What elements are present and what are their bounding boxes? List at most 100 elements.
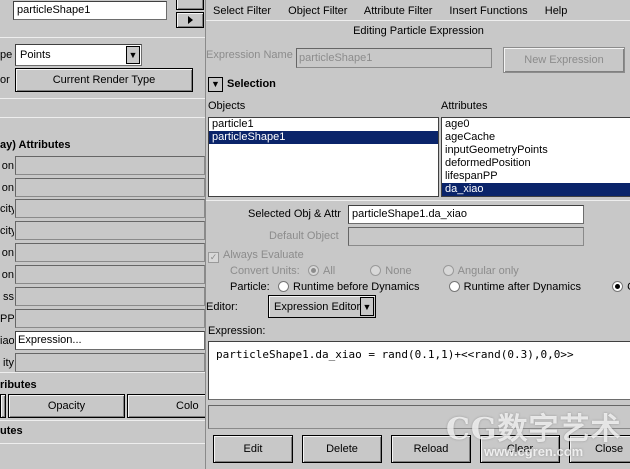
opacity-button[interactable]: Opacity (8, 394, 125, 418)
divider (206, 20, 630, 21)
selected-obj-attr-field[interactable]: particleShape1.da_xiao (348, 205, 584, 224)
attribute-field[interactable] (15, 178, 205, 197)
triangle-down-icon: ▼ (208, 77, 223, 92)
default-object-field[interactable] (348, 227, 584, 246)
convert-units-all[interactable]: All (308, 265, 335, 277)
particle-runtime-group: Runtime before Dynamics Runtime after Dy… (278, 281, 630, 293)
expression-name-field[interactable]: particleShape1 (296, 48, 492, 68)
divider (206, 200, 630, 201)
attribute-field[interactable] (15, 287, 205, 306)
attribute-label: on (1, 182, 14, 194)
attribute-field[interactable] (15, 243, 205, 262)
menu-insert-functions[interactable]: Insert Functions (449, 5, 527, 17)
attribute-field[interactable] (15, 265, 205, 284)
convert-units-none[interactable]: None (370, 265, 412, 277)
creation-option[interactable]: Cr (612, 281, 630, 293)
attribute-label: ss (3, 291, 14, 303)
menu-bar: Select Filter Object Filter Attribute Fi… (213, 5, 581, 17)
menu-attribute-filter[interactable]: Attribute Filter (364, 5, 432, 17)
attribute-editor-panel: particleShape1 pe Points ▼ or Current Re… (0, 0, 205, 469)
convert-units-angular[interactable]: Angular only (442, 265, 519, 277)
delete-button[interactable]: Delete (302, 435, 382, 463)
current-render-type-button[interactable]: Current Render Type (15, 68, 193, 92)
attribute-list-item[interactable]: lifespanPP (442, 170, 630, 183)
radio-icon (448, 281, 460, 292)
attribute-list-item[interactable]: deformedPosition (442, 157, 630, 170)
menu-object-filter[interactable]: Object Filter (288, 5, 347, 17)
attribute-field[interactable] (15, 156, 205, 175)
runtime-after-dynamics[interactable]: Runtime after Dynamics (448, 281, 581, 293)
particle-label: Particle: (230, 281, 270, 293)
attribute-label: iao (0, 335, 14, 347)
section-header-attributes-3[interactable]: utes (0, 425, 180, 437)
attribute-list-item[interactable]: age0 (442, 118, 630, 131)
attribute-label: on (1, 247, 14, 259)
divider (0, 443, 205, 444)
expression-label: Expression: (208, 325, 266, 337)
expression-name-label: Expression Name (206, 49, 293, 61)
expression-text-area[interactable]: particleShape1.da_xiao = rand(0.1,1)+<<r… (208, 341, 630, 400)
color-button[interactable]: Colo (127, 394, 205, 418)
convert-units-group: All None Angular only (308, 265, 519, 277)
attributes-label: Attributes (441, 100, 488, 112)
presets-button[interactable] (176, 12, 204, 28)
color-label-fragment: or (0, 74, 10, 86)
divider (0, 372, 205, 373)
window-title: Editing Particle Expression (353, 25, 484, 37)
attribute-list-item[interactable]: inputGeometryPoints (442, 144, 630, 157)
divider (0, 117, 205, 118)
object-name-field[interactable]: particleShape1 (13, 1, 167, 20)
attribute-field[interactable] (15, 353, 205, 372)
radio-selected-icon (308, 265, 319, 276)
editor-label: Editor: (206, 301, 238, 313)
divider (0, 37, 205, 38)
objects-list[interactable]: particle1 particleShape1 (208, 117, 439, 197)
chevron-down-icon: ▼ (126, 46, 140, 64)
expression-field[interactable]: Expression... (15, 331, 205, 350)
expression-editor-window: Select Filter Object Filter Attribute Fi… (205, 0, 630, 469)
attribute-field[interactable] (15, 199, 205, 218)
attribute-label: PP (0, 313, 14, 325)
checkbox-checked-icon: ✓ (208, 252, 219, 263)
selection-collapse-toggle[interactable]: ▼ (208, 77, 223, 92)
section-header-attributes-2[interactable]: ributes (0, 379, 180, 391)
menu-help[interactable]: Help (545, 5, 568, 17)
play-icon (187, 16, 193, 24)
selection-section-header: Selection (227, 78, 276, 90)
editor-value: Expression Editor (274, 301, 361, 313)
render-type-value: Points (20, 49, 51, 61)
attribute-field[interactable] (15, 221, 205, 240)
radio-icon (442, 265, 454, 276)
divider (0, 98, 205, 99)
radio-selected-icon (612, 281, 624, 292)
radio-icon (278, 281, 289, 292)
edit-button[interactable]: Edit (213, 435, 293, 463)
new-expression-button[interactable]: New Expression (503, 47, 625, 73)
attributes-list[interactable]: age0 ageCache inputGeometryPoints deformedP… (441, 117, 630, 197)
object-list-item[interactable]: particle1 (209, 118, 438, 131)
section-header-attributes[interactable]: ay) Attributes (0, 139, 180, 151)
attribute-list-item[interactable]: ageCache (442, 131, 630, 144)
divider (0, 420, 205, 421)
watermark-logo: CG数字艺术 (446, 412, 622, 447)
always-evaluate-label: Always Evaluate (223, 249, 304, 261)
attribute-label: on (1, 160, 14, 172)
partial-button[interactable] (0, 394, 6, 418)
attribute-label: city (0, 225, 14, 237)
focus-button[interactable] (176, 0, 204, 10)
runtime-before-dynamics[interactable]: Runtime before Dynamics (278, 281, 420, 293)
editor-select[interactable]: Expression Editor ▼ (268, 295, 376, 318)
render-type-label: pe (0, 49, 13, 61)
attribute-list-item[interactable]: da_xiao (442, 183, 630, 196)
render-type-select[interactable]: Points ▼ (15, 44, 142, 66)
object-list-item[interactable]: particleShape1 (209, 131, 438, 144)
menu-select-filter[interactable]: Select Filter (213, 5, 271, 17)
attribute-label: city (0, 203, 14, 215)
always-evaluate-checkbox[interactable]: ✓ Always Evaluate (208, 249, 304, 263)
radio-icon (370, 265, 382, 276)
attribute-field[interactable] (15, 309, 205, 328)
default-object-label: Default Object (269, 230, 339, 242)
watermark-url: www.cgren.com (484, 444, 584, 459)
convert-units-label: Convert Units: (230, 265, 300, 277)
selected-obj-attr-label: Selected Obj & Attr (248, 208, 341, 220)
